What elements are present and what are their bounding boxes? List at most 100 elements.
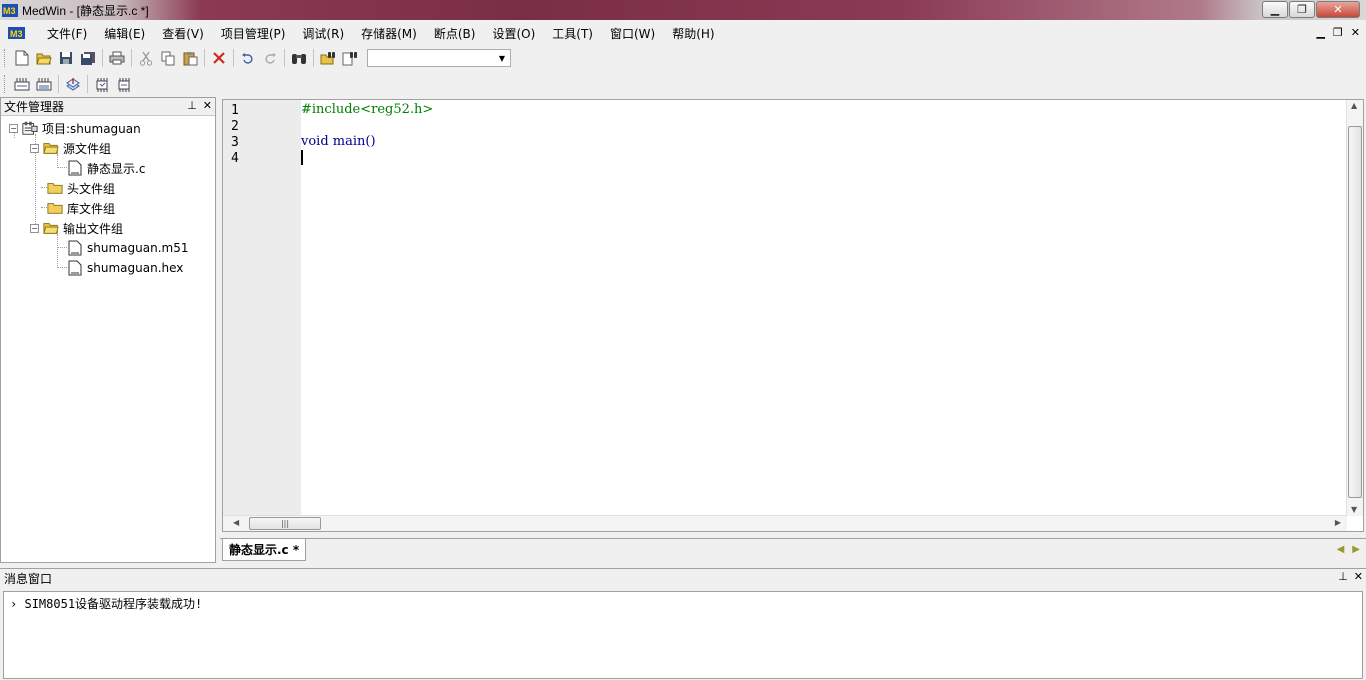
tree-item-group[interactable]: 头文件组 <box>47 178 115 198</box>
paste-icon[interactable] <box>179 47 201 69</box>
line-number: 1 <box>231 103 239 118</box>
tree-connector <box>57 267 67 268</box>
chip-icon[interactable] <box>91 73 113 95</box>
close-icon: ✕ <box>1333 3 1343 16</box>
tab-scroll-right-icon[interactable]: ▶ <box>1352 544 1360 555</box>
message-output[interactable]: › SIM8051设备驱动程序装载成功! <box>3 591 1363 679</box>
file-label: shumaguan.m51 <box>87 241 189 255</box>
menu-memory[interactable]: 存储器(M) <box>361 25 417 42</box>
toolbar-grip[interactable] <box>4 75 7 93</box>
menu-settings[interactable]: 设置(O) <box>492 25 535 42</box>
delete-icon[interactable] <box>208 47 230 69</box>
copy-icon[interactable] <box>157 47 179 69</box>
pin-icon[interactable]: ⊥ <box>1338 570 1348 583</box>
message-line[interactable]: › SIM8051设备驱动程序装载成功! <box>10 595 202 612</box>
code-line[interactable]: #include<reg52.h> <box>301 102 433 117</box>
svg-text:M3: M3 <box>3 6 16 16</box>
download-icon[interactable] <box>62 73 84 95</box>
folder-icon <box>47 200 63 216</box>
scroll-down-icon[interactable]: ▼ <box>1351 505 1357 514</box>
replace-icon[interactable] <box>339 47 361 69</box>
minimize-button[interactable]: ▁ <box>1262 1 1288 18</box>
save-icon[interactable] <box>55 47 77 69</box>
menu-view[interactable]: 查看(V) <box>162 25 204 42</box>
compile-icon[interactable] <box>11 73 33 95</box>
menu-debug[interactable]: 调试(R) <box>302 25 344 42</box>
code-editor[interactable]: 1 2 3 4 #include<reg52.h> void main() ▲ … <box>222 99 1364 532</box>
undo-icon[interactable] <box>237 47 259 69</box>
folder-open-icon <box>43 220 59 236</box>
prompt-chevron-icon: › <box>10 597 18 611</box>
group-label: 输出文件组 <box>63 221 124 236</box>
svg-text:M3: M3 <box>10 29 23 39</box>
document-menu-icon[interactable]: M3 <box>8 24 30 42</box>
project-toolbar <box>0 72 1366 96</box>
restore-button[interactable]: ❐ <box>1289 1 1315 18</box>
folder-open-icon <box>43 140 59 156</box>
code-line[interactable]: void main() <box>301 134 376 149</box>
close-icon[interactable]: ✕ <box>1354 570 1363 583</box>
mdi-close-icon[interactable]: ✕ <box>1351 26 1360 39</box>
new-file-icon[interactable] <box>11 47 33 69</box>
menu-tools[interactable]: 工具(T) <box>552 25 593 42</box>
build-icon[interactable] <box>33 73 55 95</box>
scroll-up-icon[interactable]: ▲ <box>1351 101 1357 110</box>
menu-project[interactable]: 项目管理(P) <box>221 25 286 42</box>
print-icon[interactable] <box>106 47 128 69</box>
file-icon <box>67 260 83 276</box>
find-in-files-icon[interactable] <box>317 47 339 69</box>
tree-item-file[interactable]: 静态显示.c <box>67 158 145 178</box>
menu-window[interactable]: 窗口(W) <box>610 25 655 42</box>
tree-connector <box>57 167 67 168</box>
chip-reset-icon[interactable] <box>113 73 135 95</box>
message-window: 消息窗口 ⊥ ✕ › SIM8051设备驱动程序装载成功! <box>0 568 1366 680</box>
horizontal-scroll-thumb[interactable]: ||| <box>249 517 321 530</box>
menu-help[interactable]: 帮助(H) <box>672 25 714 42</box>
file-manager-title: 文件管理器 <box>4 100 65 114</box>
tree-item-group[interactable]: 库文件组 <box>47 198 115 218</box>
close-icon[interactable]: ✕ <box>203 99 212 112</box>
mdi-minimize-icon[interactable]: ▁ <box>1316 26 1324 39</box>
scroll-right-icon[interactable]: ▶ <box>1335 518 1341 527</box>
project-icon <box>22 120 38 136</box>
line-number: 3 <box>231 135 239 150</box>
group-label: 库文件组 <box>67 201 116 216</box>
menu-edit[interactable]: 编辑(E) <box>104 25 145 42</box>
open-folder-icon[interactable] <box>33 47 55 69</box>
vertical-scrollbar[interactable]: ▲ ▼ <box>1346 100 1363 516</box>
save-all-icon[interactable] <box>77 47 99 69</box>
collapse-icon[interactable]: − <box>9 123 18 133</box>
close-button[interactable]: ✕ <box>1316 1 1360 18</box>
menu-bar: M3 文件(F) 编辑(E) 查看(V) 项目管理(P) 调试(R) 存储器(M… <box>0 22 1366 44</box>
menu-breakpoint[interactable]: 断点(B) <box>434 25 476 42</box>
find-combo-box[interactable]: ▼ <box>367 49 511 67</box>
mdi-restore-icon[interactable]: ❐ <box>1333 26 1343 39</box>
scroll-left-icon[interactable]: ◀ <box>233 518 239 527</box>
chevron-down-icon[interactable]: ▼ <box>496 51 508 65</box>
menu-file[interactable]: 文件(F) <box>47 25 87 42</box>
tree-item-file[interactable]: shumaguan.hex <box>67 258 183 278</box>
tree-item-project[interactable]: − 项目:shumaguan <box>9 118 141 138</box>
medwin-app-icon[interactable]: M3 <box>2 3 18 17</box>
collapse-icon[interactable]: − <box>30 223 39 233</box>
tree-item-file[interactable]: shumaguan.m51 <box>67 238 188 258</box>
tree-item-group[interactable]: − 输出文件组 <box>30 218 123 238</box>
file-icon <box>67 160 83 176</box>
collapse-icon[interactable]: − <box>30 143 39 153</box>
vertical-scroll-thumb[interactable] <box>1348 126 1362 498</box>
horizontal-scrollbar[interactable]: ◀ ||| ▶ <box>223 515 1347 531</box>
toolbar-separator <box>131 49 132 67</box>
tree-item-group[interactable]: − 源文件组 <box>30 138 111 158</box>
tree-connector <box>57 234 58 268</box>
group-label: 头文件组 <box>67 181 116 196</box>
tab-static-display-c[interactable]: 静态显示.c * <box>222 539 307 561</box>
pin-icon[interactable]: ⊥ <box>187 99 197 112</box>
tree-connector <box>57 247 67 248</box>
cut-icon[interactable] <box>135 47 157 69</box>
standard-toolbar: ▼ <box>0 46 1366 70</box>
find-icon[interactable] <box>288 47 310 69</box>
redo-icon[interactable] <box>259 47 281 69</box>
tab-scroll-left-icon[interactable]: ◀ <box>1337 544 1345 555</box>
toolbar-grip[interactable] <box>4 49 7 67</box>
line-number: 2 <box>231 119 239 134</box>
